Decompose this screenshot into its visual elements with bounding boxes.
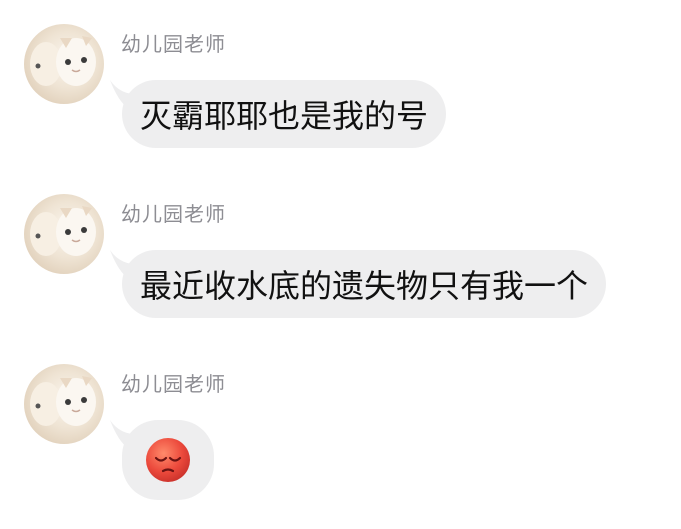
sender-name: 幼儿园老师 (121, 32, 226, 56)
pensive-red-face-emoji (146, 438, 190, 482)
message-bubble[interactable]: 最近收水底的遗失物只有我一个 (122, 250, 607, 318)
avatar[interactable] (24, 24, 104, 104)
message-text: 最近收水底的遗失物只有我一个 (140, 267, 589, 305)
avatar[interactable] (24, 194, 104, 274)
sender-name: 幼儿园老师 (121, 202, 226, 226)
sender-name: 幼儿园老师 (121, 372, 226, 396)
emoji-bubble[interactable] (122, 420, 214, 500)
message-bubble[interactable]: 灭霸耶耶也是我的号 (122, 80, 447, 148)
avatar[interactable] (24, 364, 104, 444)
message-text: 灭霸耶耶也是我的号 (140, 97, 429, 135)
